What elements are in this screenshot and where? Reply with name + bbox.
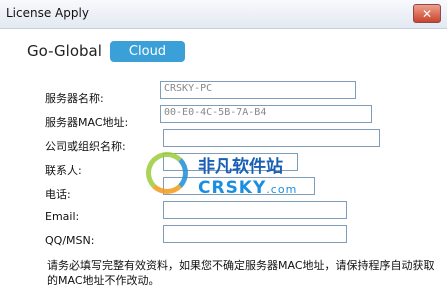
company-label: 公司或组织名称: [45,140,126,153]
close-button[interactable]: ✕ [413,4,441,23]
qq-msn-field[interactable] [163,225,347,243]
logo-text: Go-Global [27,42,102,60]
window-title: License Apply [6,6,89,20]
phone-field[interactable] [163,177,315,195]
notice-text: 请务必填写完整有效资料，如果您不确定服务器MAC地址，请保持程序自动获取的MAC… [47,259,435,287]
phone-label: 电话: [45,188,71,201]
contact-field[interactable] [163,153,298,171]
contact-label: 联系人: [45,164,82,177]
email-field[interactable] [163,201,347,219]
server-mac-field[interactable]: 00-E0-4C-5B-7A-B4 [160,105,372,123]
qq-msn-label: QQ/MSN: [45,234,95,247]
company-field[interactable] [163,129,380,147]
server-mac-label: 服务器MAC地址: [45,116,129,129]
server-name-label: 服务器名称: [45,92,104,105]
email-label: Email: [45,210,80,223]
server-name-field[interactable]: CRSKY-PC [160,81,356,99]
logo-cloud-badge: Cloud [110,41,185,62]
title-bar: License Apply ✕ [0,0,447,29]
